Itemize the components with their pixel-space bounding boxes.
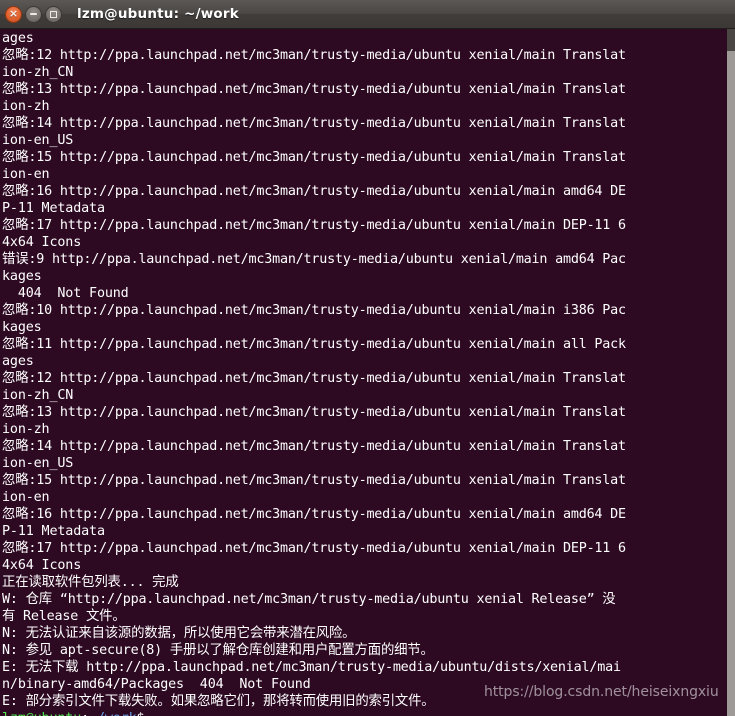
terminal-line: 忽略:15 http://ppa.launchpad.net/mc3man/tr… <box>2 150 626 165</box>
terminal-line: n/binary-amd64/Packages 404 Not Found <box>2 677 311 692</box>
window-title: lzm@ubuntu: ~/work <box>77 6 239 22</box>
minimize-icon <box>30 13 37 15</box>
terminal-lines: ages 忽略:12 http://ppa.launchpad.net/mc3ma… <box>0 29 735 716</box>
terminal-line: ion-en <box>2 490 50 505</box>
terminal-line: 忽略:14 http://ppa.launchpad.net/mc3man/tr… <box>2 116 626 131</box>
close-button[interactable]: × <box>5 5 22 23</box>
terminal-line: 忽略:16 http://ppa.launchpad.net/mc3man/tr… <box>2 507 626 522</box>
terminal-line: 忽略:17 http://ppa.launchpad.net/mc3man/tr… <box>2 218 626 233</box>
terminal-window: × lzm@ubuntu: ~/work ages 忽略:12 http://pp… <box>0 0 735 716</box>
maximize-button[interactable] <box>45 5 62 23</box>
prompt-path: ~/work <box>89 711 137 716</box>
minimize-button[interactable] <box>25 5 42 23</box>
terminal-line: P-11 Metadata <box>2 201 105 216</box>
terminal-line: ion-zh <box>2 99 50 114</box>
terminal-line: ion-en_US <box>2 456 74 471</box>
terminal-line: ion-zh_CN <box>2 388 74 403</box>
terminal-line: 忽略:12 http://ppa.launchpad.net/mc3man/tr… <box>2 371 626 386</box>
close-icon: × <box>8 7 19 20</box>
terminal-line: kages <box>2 320 42 335</box>
maximize-icon <box>50 10 57 18</box>
terminal-line: W: 仓库 “http://ppa.launchpad.net/mc3man/t… <box>2 592 616 607</box>
terminal-line: 404 Not Found <box>2 286 129 301</box>
terminal-line: ion-en_US <box>2 133 74 148</box>
terminal-line: ion-en <box>2 167 50 182</box>
terminal-line: kages <box>2 269 42 284</box>
terminal-line: ion-zh_CN <box>2 65 74 80</box>
terminal-line: 4x64 Icons <box>2 558 82 573</box>
scrollbar-thumb[interactable] <box>727 29 735 51</box>
terminal-line: 4x64 Icons <box>2 235 82 250</box>
terminal-line: 忽略:15 http://ppa.launchpad.net/mc3man/tr… <box>2 473 626 488</box>
title-bar: × lzm@ubuntu: ~/work <box>0 0 735 29</box>
shell-prompt-line[interactable]: lzm@ubuntu:~/work$ <box>2 710 735 716</box>
terminal-line: 有 Release 文件。 <box>2 609 126 624</box>
terminal-line: P-11 Metadata <box>2 524 105 539</box>
terminal-line: 忽略:10 http://ppa.launchpad.net/mc3man/tr… <box>2 303 626 318</box>
terminal-line: 忽略:12 http://ppa.launchpad.net/mc3man/tr… <box>2 48 626 63</box>
prompt-separator: : <box>81 711 89 716</box>
terminal-line: 正在读取软件包列表... 完成 <box>2 575 179 590</box>
terminal-scrollbar[interactable] <box>727 29 735 716</box>
terminal-line: N: 参见 apt-secure(8) 手册以了解仓库创建和用户配置方面的细节。 <box>2 643 434 658</box>
terminal-output-area[interactable]: ages 忽略:12 http://ppa.launchpad.net/mc3ma… <box>0 29 735 716</box>
terminal-line: 忽略:13 http://ppa.launchpad.net/mc3man/tr… <box>2 82 626 97</box>
terminal-line: 忽略:16 http://ppa.launchpad.net/mc3man/tr… <box>2 184 626 199</box>
prompt-symbol: $ <box>137 711 153 716</box>
terminal-line: 忽略:11 http://ppa.launchpad.net/mc3man/tr… <box>2 337 626 352</box>
terminal-line: 忽略:14 http://ppa.launchpad.net/mc3man/tr… <box>2 439 626 454</box>
terminal-line: 错误:9 http://ppa.launchpad.net/mc3man/tru… <box>2 252 626 267</box>
prompt-user-host: lzm@ubuntu <box>2 711 81 716</box>
terminal-line: E: 部分索引文件下载失败。如果忽略它们，那将转而使用旧的索引文件。 <box>2 694 435 709</box>
terminal-line: E: 无法下载 http://ppa.launchpad.net/mc3man/… <box>2 660 621 675</box>
terminal-line: ion-zh <box>2 422 50 437</box>
terminal-line: ages <box>2 354 34 369</box>
terminal-line: 忽略:17 http://ppa.launchpad.net/mc3man/tr… <box>2 541 626 556</box>
window-controls: × <box>5 5 62 23</box>
terminal-line: 忽略:13 http://ppa.launchpad.net/mc3man/tr… <box>2 405 626 420</box>
terminal-line: N: 无法认证来自该源的数据，所以使用它会带来潜在风险。 <box>2 626 356 641</box>
terminal-line: ages <box>2 31 34 46</box>
